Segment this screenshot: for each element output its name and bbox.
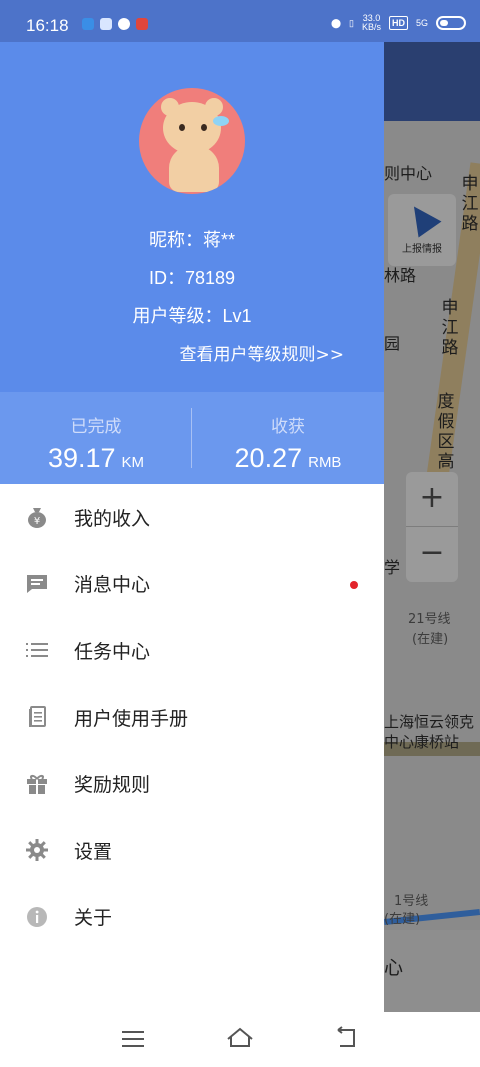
status-right: ⬤ ▯ 33.0 KB/s HD 5G <box>331 14 466 32</box>
map-label: 1号线 <box>394 894 429 909</box>
back-button[interactable] <box>332 1026 362 1052</box>
menu-item-tasks[interactable]: 任务中心 <box>0 617 384 684</box>
send-arrow-icon <box>402 198 442 238</box>
user-level: 用户等级：Lv1 <box>132 306 252 326</box>
unread-badge <box>350 580 358 589</box>
navigation-drawer: 昵称：蒋** ID：78189 用户等级：Lv1 查看用户等级规则>> 已完成 … <box>0 42 384 1012</box>
info-icon <box>26 906 48 928</box>
menu-item-manual[interactable]: 用户使用手册 <box>0 684 384 751</box>
menu-item-rewards[interactable]: 奖励规则 <box>0 750 384 817</box>
map-bottom-panel: 心 <box>384 930 480 1012</box>
list-icon <box>26 639 48 661</box>
zoom-control: + − <box>406 472 458 582</box>
report-label: 上报情报 <box>402 244 442 255</box>
map-label: (在建) <box>412 632 449 647</box>
manual-icon <box>26 706 48 728</box>
map-top-bar <box>384 42 480 121</box>
nickname: 昵称：蒋** <box>148 230 235 250</box>
map-label: 学 <box>384 558 401 577</box>
map-label: 上海恒云领克中心康桥站 <box>384 713 475 751</box>
user-id: ID：78189 <box>148 268 236 288</box>
report-button[interactable]: 上报情报 <box>388 194 456 266</box>
svg-text:¥: ¥ <box>34 516 40 527</box>
home-button[interactable] <box>225 1026 255 1052</box>
completed-value: 39.17 KM <box>47 443 145 473</box>
hd-badge: HD <box>388 16 408 30</box>
wechat-icon <box>118 18 130 30</box>
image-notification-icon <box>100 18 112 30</box>
map-label: 申江路 <box>461 174 479 234</box>
level-rules-link[interactable]: 查看用户等级规则>> <box>180 340 345 365</box>
app-notification-icon <box>82 18 94 30</box>
vibrate-icon: ▯ <box>349 17 354 28</box>
harvest-value: 20.27 RMB <box>234 443 342 473</box>
zoom-in-button[interactable]: + <box>406 472 458 527</box>
map-label: 则中心 <box>384 164 433 183</box>
money-bag-icon: ¥ <box>26 506 48 529</box>
completed-label: 已完成 <box>70 417 122 437</box>
stats-panel: 已完成 39.17 KM 收获 20.27 RMB <box>0 392 384 484</box>
network-type: 5G <box>415 18 428 28</box>
avatar[interactable] <box>139 88 245 194</box>
harvest-stat: 收获 20.27 RMB <box>192 392 384 484</box>
map-label: 林路 <box>384 266 417 285</box>
gear-icon <box>26 839 48 862</box>
map-label: 21号线 <box>408 612 451 627</box>
notification-icons <box>82 18 148 30</box>
gift-icon <box>26 773 48 795</box>
map-label: 申江路 <box>441 298 459 358</box>
map-label: 园 <box>384 334 401 353</box>
map-label: 度假区高 <box>437 392 455 472</box>
system-nav-bar <box>0 1012 480 1067</box>
network-speed: 33.0 KB/s <box>361 13 381 32</box>
menu-item-messages[interactable]: 消息中心 <box>0 551 384 618</box>
completed-stat: 已完成 39.17 KM <box>0 392 192 484</box>
menu-item-income[interactable]: ¥ 我的收入 <box>0 484 384 551</box>
map-label: (在建) <box>384 912 421 927</box>
shop-notification-icon <box>136 18 148 30</box>
map-label: 心 <box>384 957 404 979</box>
status-time: 16:18 <box>26 16 69 35</box>
message-icon <box>26 573 48 595</box>
recent-apps-button[interactable] <box>118 1026 148 1052</box>
menu-item-about[interactable]: 关于 <box>0 884 384 951</box>
profile-header: 昵称：蒋** ID：78189 用户等级：Lv1 查看用户等级规则>> <box>0 42 384 392</box>
menu-item-settings[interactable]: 设置 <box>0 817 384 884</box>
zoom-out-button[interactable]: − <box>406 527 458 582</box>
drawer-menu: ¥ 我的收入 消息中心 任务中心 用户使用手册 奖励规则 设置 关于 <box>0 484 384 950</box>
battery-icon <box>436 16 466 30</box>
status-bar: 16:18 ⬤ ▯ 33.0 KB/s HD 5G <box>0 0 480 42</box>
map-background[interactable]: 则中心 申江路 林路 园 申江路 度假区高 学 21号线 (在建) 上海恒云领克… <box>384 42 480 1012</box>
location-icon: ⬤ <box>330 17 342 28</box>
harvest-label: 收获 <box>271 417 305 437</box>
